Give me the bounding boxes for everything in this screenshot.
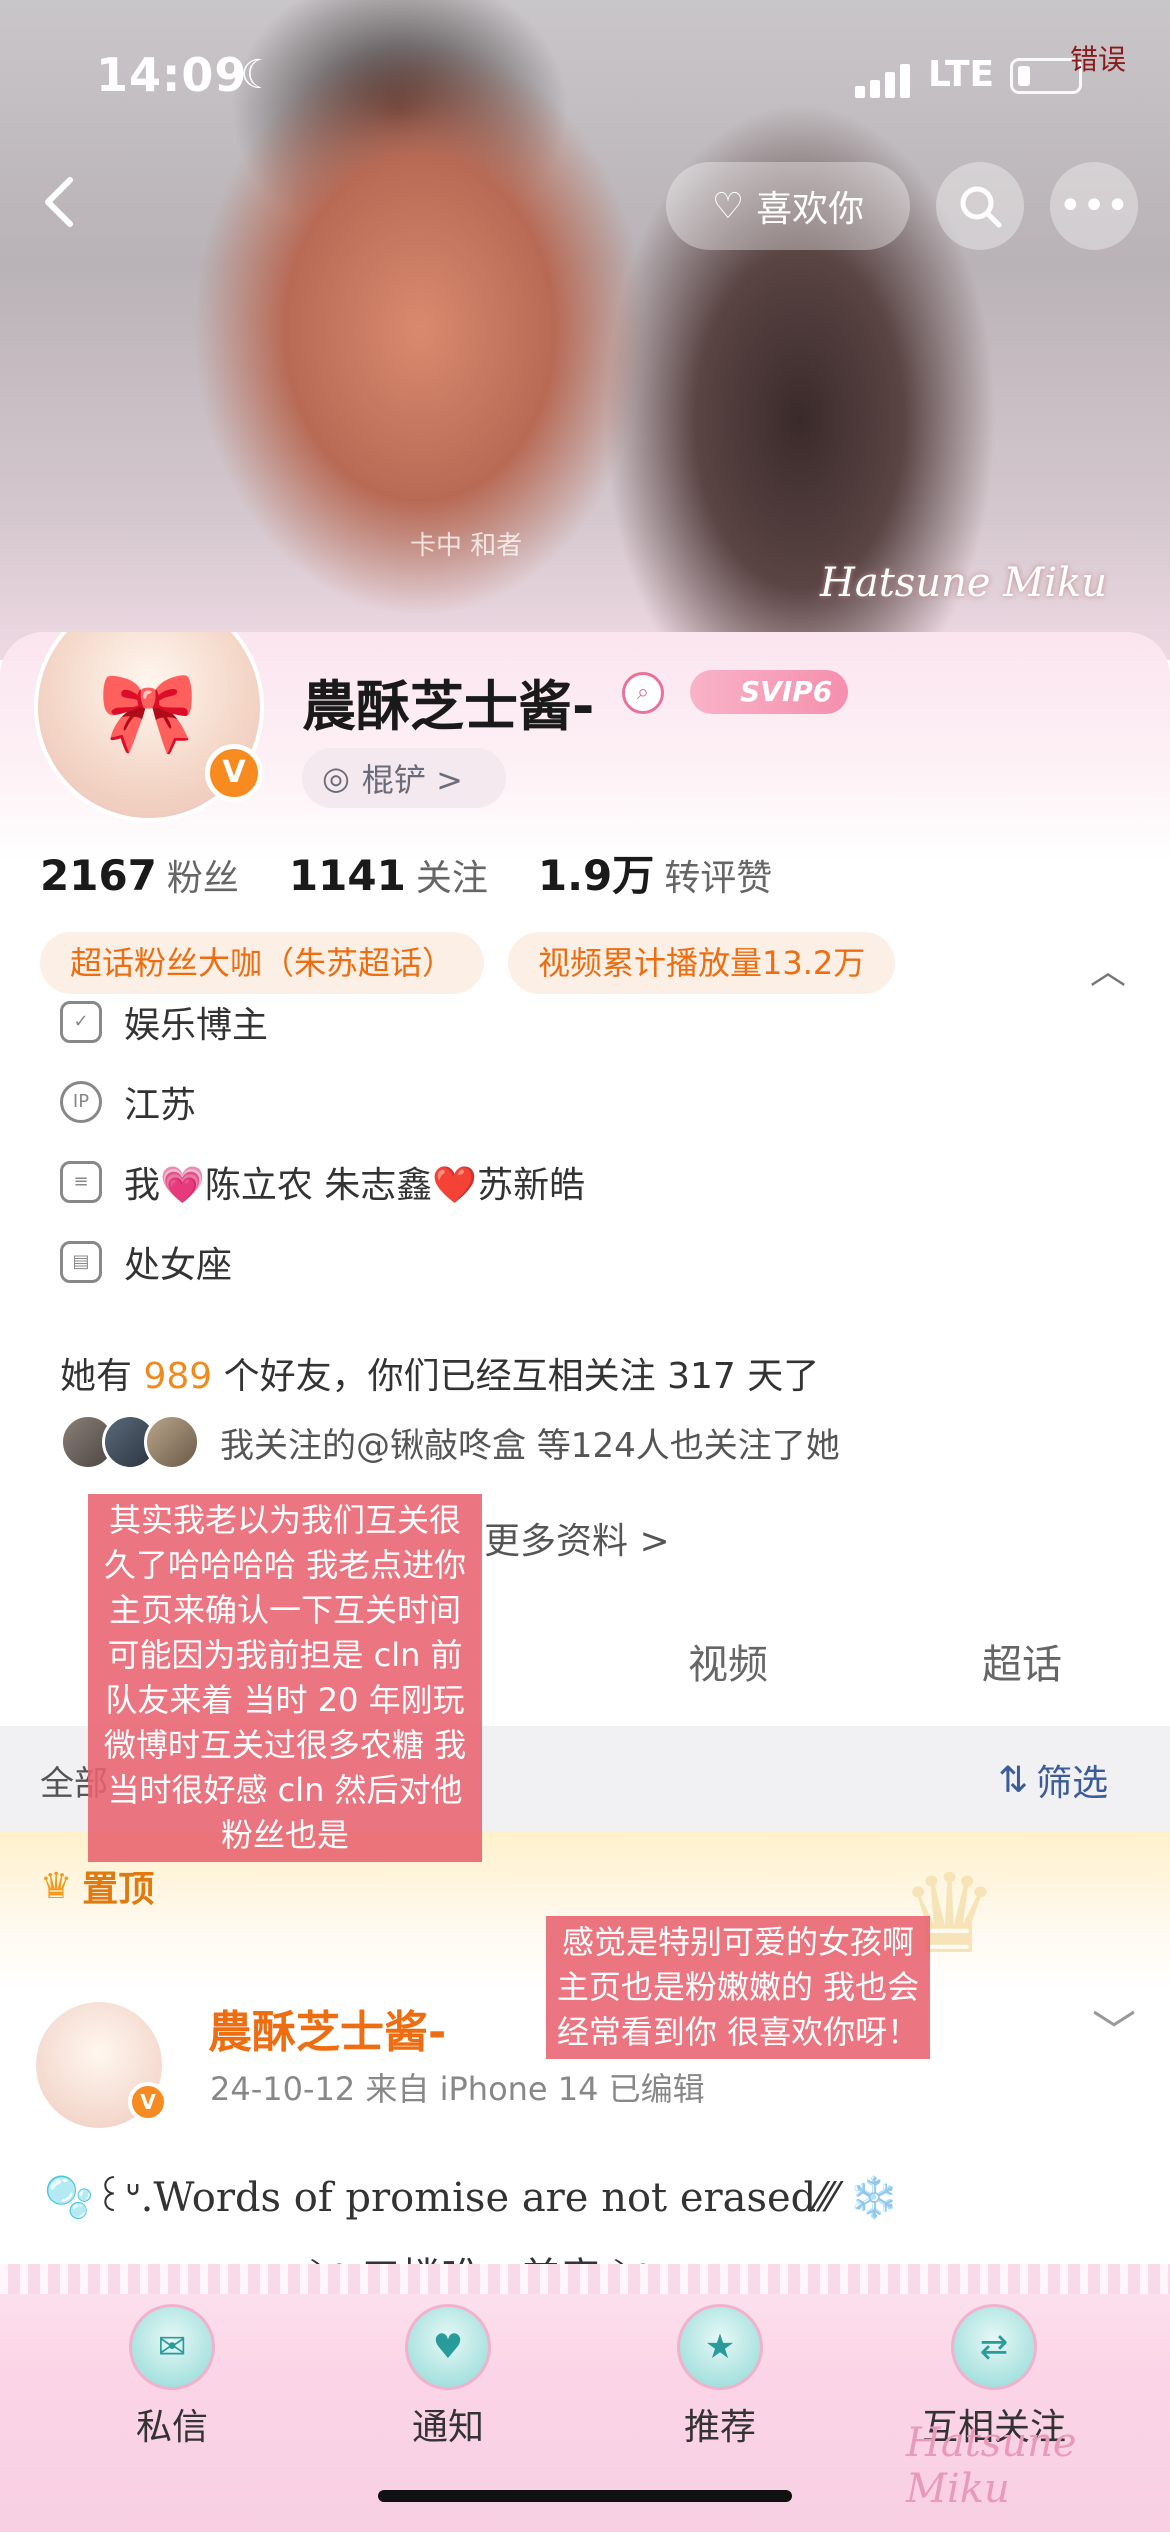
- bottom-nav-recommend[interactable]: ★ 推荐: [620, 2304, 820, 2450]
- more-button[interactable]: •••: [1050, 162, 1138, 250]
- stat-value: 2167: [40, 851, 157, 900]
- info-row: IP 江苏: [60, 1076, 196, 1128]
- bell-icon: ♥: [405, 2304, 491, 2390]
- stats-row: 2167 粉丝 1141 关注 1.9万 转评赞: [40, 842, 772, 903]
- message-icon: ✉: [129, 2304, 215, 2390]
- chevron-left-icon: [45, 177, 73, 227]
- signal-icon: [855, 62, 913, 98]
- stat-label: 转评赞: [664, 858, 773, 899]
- annotation-note: 其实我老以为我们互关很久了哈哈哈哈 我老点进你主页来确认一下互关时间 可能因为我…: [88, 1494, 482, 1862]
- network-type: LTE: [928, 54, 995, 95]
- pinned-label: ♛ 置顶: [40, 1860, 154, 1912]
- chevron-up-icon[interactable]: ︿: [1090, 942, 1126, 994]
- star-icon: ★: [677, 2304, 763, 2390]
- verified-badge: V: [205, 744, 263, 802]
- hand-heart-icon: ♡: [711, 185, 745, 227]
- info-text: 我💗陈立农 朱志鑫❤️苏新皓: [124, 1165, 586, 1206]
- cover-signature: Hatsune Miku: [820, 560, 1107, 606]
- friends-count[interactable]: 989: [143, 1356, 212, 1397]
- chevron-down-icon[interactable]: ﹀: [1092, 1996, 1136, 2060]
- status-time: 14:09: [96, 48, 248, 102]
- home-indicator[interactable]: [378, 2490, 792, 2502]
- bottom-nav-label: 私信: [135, 2407, 208, 2448]
- moon-icon: ☾: [240, 52, 276, 98]
- post-verified-badge: V: [128, 2082, 168, 2122]
- document-icon: ≡: [60, 1161, 102, 1203]
- bottom-bar-trim: [0, 2264, 1170, 2294]
- info-row: ✓ 娱乐博主: [60, 996, 268, 1048]
- crown-icon: ♛: [40, 1865, 73, 1907]
- sort-icon: ⇅: [998, 1759, 1029, 1801]
- friends-summary: 她有 989 个好友，你们已经互相关注 317 天了: [60, 1347, 819, 1399]
- tab-supertopic[interactable]: 超话: [982, 1632, 1062, 1690]
- info-text: 江苏: [124, 1085, 197, 1126]
- avatar-face-icon: 🎀: [98, 666, 198, 759]
- profile-name: 農酥芝士酱-: [302, 675, 595, 738]
- bottom-nav-messages[interactable]: ✉ 私信: [72, 2304, 272, 2450]
- mutual-text: 我关注的@锹敲咚盒 等124人也关注了她: [220, 1425, 840, 1466]
- ip-icon: IP: [60, 1081, 102, 1123]
- info-row: ≡ 我💗陈立农 朱志鑫❤️苏新皓: [60, 1156, 585, 1208]
- back-button[interactable]: [30, 172, 90, 232]
- search-icon: [960, 186, 1002, 228]
- friends-suffix: 个好友，你们已经互相关注 317 天了: [223, 1356, 820, 1397]
- bottom-nav-notifications[interactable]: ♥ 通知: [348, 2304, 548, 2450]
- bottom-nav-label: 推荐: [683, 2407, 756, 2448]
- stat-engagement[interactable]: 1.9万 转评赞: [538, 842, 772, 903]
- watermark-text: 错误: [1070, 43, 1127, 76]
- lollipop-icon: ◎: [322, 759, 350, 797]
- status-bar: 14:09 ☾ LTE 错误: [0, 0, 1170, 140]
- tag-video-plays[interactable]: 视频累计播放量13.2万: [508, 932, 896, 994]
- mutual-avatars: [60, 1414, 200, 1470]
- filter-label: 筛选: [1036, 1763, 1109, 1804]
- more-icon: •••: [1058, 183, 1130, 229]
- info-row: ▤ 处女座: [60, 1236, 232, 1288]
- like-you-button[interactable]: ♡ 喜欢你: [666, 162, 910, 250]
- post-meta: 24-10-12 来自 iPhone 14 已编辑: [210, 2070, 705, 2108]
- annotation-note: 感觉是特别可爱的女孩啊 主页也是粉嫩嫩的 我也会经常看到你 很喜欢你呀！: [546, 1916, 930, 2059]
- stat-label: 关注: [415, 858, 488, 899]
- level-pill[interactable]: ◎ 棍铲 >: [302, 748, 506, 808]
- stat-value: 1141: [288, 851, 406, 900]
- post-text: 🫧꒰ᐡ.Words of promise are not erased⁄⁄⁄ ❄…: [44, 2175, 899, 2221]
- friends-prefix: 她有: [60, 1356, 133, 1397]
- tab-videos[interactable]: 视频: [688, 1632, 768, 1690]
- search-user-icon[interactable]: ⌕: [622, 672, 664, 714]
- calendar-icon: ▤: [60, 1241, 102, 1283]
- tag-row: 超话粉丝大咖（朱苏超话） 视频累计播放量13.2万: [40, 932, 896, 994]
- more-info-link[interactable]: 更多资料 >: [484, 1512, 670, 1564]
- bottom-nav-label: 通知: [411, 2407, 484, 2448]
- level-label: 棍铲 >: [361, 761, 463, 799]
- svip-badge[interactable]: SVIP6: [690, 670, 849, 714]
- mutual-followers-row[interactable]: 我关注的@锹敲咚盒 等124人也关注了她: [60, 1414, 840, 1470]
- stat-followers[interactable]: 2167 粉丝: [40, 849, 239, 901]
- pinned-text: 置顶: [82, 1869, 155, 1910]
- stat-label: 粉丝: [166, 858, 239, 899]
- info-text: 娱乐博主: [124, 1005, 269, 1046]
- shield-icon: ✓: [60, 1001, 102, 1043]
- filter-button[interactable]: ⇅ 筛选: [998, 1754, 1108, 1806]
- bottom-signature: Hatsune Miku: [906, 2420, 1077, 2512]
- stat-following[interactable]: 1141 关注: [289, 849, 488, 901]
- tag-supertopic-fan[interactable]: 超话粉丝大咖（朱苏超话）: [40, 932, 485, 994]
- mutual-icon: ⇄: [951, 2304, 1037, 2390]
- search-button[interactable]: [936, 162, 1024, 250]
- stat-value: 1.9万: [537, 851, 655, 900]
- post-author[interactable]: 農酥芝士酱-: [208, 1996, 446, 2060]
- cover-caption: 卡中 和者: [410, 531, 523, 561]
- info-text: 处女座: [124, 1245, 233, 1286]
- like-you-label: 喜欢你: [756, 189, 865, 230]
